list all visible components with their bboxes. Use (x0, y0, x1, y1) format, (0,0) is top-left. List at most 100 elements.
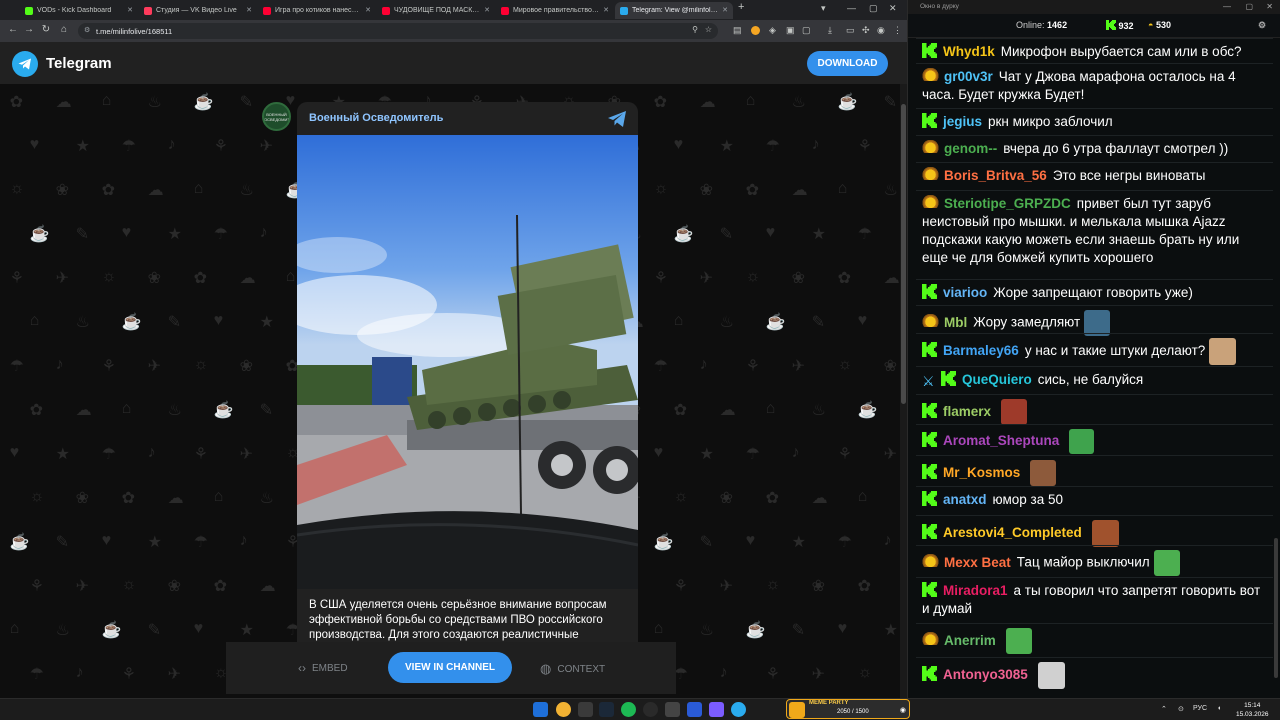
download-button[interactable]: DOWNLOAD (807, 51, 888, 76)
close-icon[interactable]: ✕ (889, 3, 897, 14)
chat-username[interactable]: Antonyo3085 (943, 667, 1028, 682)
close-icon[interactable]: ✕ (1266, 2, 1273, 11)
browser-tab[interactable]: Мировое правительство это ✕ (496, 2, 614, 19)
tab-close-icon[interactable]: ✕ (127, 6, 133, 14)
app-icon[interactable] (687, 702, 702, 717)
tab-close-icon[interactable]: ✕ (603, 6, 609, 14)
chat-username[interactable]: QueQuiero (962, 372, 1032, 387)
chat-username[interactable]: Boris_Britva_56 (944, 168, 1047, 183)
home-icon[interactable]: ⌂ (57, 24, 71, 35)
settings-icon[interactable]: ⚙ (1258, 20, 1266, 31)
post-photo[interactable] (297, 135, 638, 589)
extension-icon[interactable] (751, 26, 760, 35)
forward-icon[interactable]: → (22, 24, 36, 35)
extensions-puzzle-icon[interactable]: ✣ (862, 25, 870, 36)
page-scrollbar[interactable] (900, 84, 907, 698)
minimize-icon[interactable]: — (847, 3, 856, 13)
pattern-doodle-icon: ♪ (55, 356, 64, 373)
browser-tab[interactable]: Студия — VK Видео Live ✕ (139, 2, 257, 19)
meme-party-widget[interactable]: MEME PARTY 2050 / 1500 ◉ (786, 699, 910, 719)
scrollbar-thumb[interactable] (1274, 538, 1278, 678)
network-icon[interactable]: ⊙ (1178, 705, 1184, 713)
telegram-brand[interactable]: Telegram (46, 55, 112, 72)
share-telegram-icon[interactable] (607, 110, 627, 128)
volume-icon[interactable]: ◖ (1217, 705, 1221, 712)
extension-icon[interactable]: ▤ (733, 25, 742, 36)
chat-username[interactable]: Mbl (944, 315, 967, 330)
menu-icon[interactable]: ⋮ (893, 25, 902, 36)
chat-username[interactable]: Whyd1k (943, 44, 995, 59)
clock[interactable]: 15:14 15.03.2026 (1236, 701, 1269, 719)
pattern-doodle-icon: ❀ (147, 270, 162, 287)
zoom-icon[interactable]: ⚲ (692, 25, 698, 34)
maximize-icon[interactable]: ▢ (869, 3, 878, 14)
site-info-icon[interactable]: ⚙ (84, 26, 90, 34)
steam-icon[interactable] (599, 702, 614, 717)
reload-icon[interactable]: ↻ (39, 24, 53, 35)
chrome-icon[interactable] (556, 702, 571, 717)
tab-close-icon[interactable]: ✕ (484, 6, 490, 14)
chat-username[interactable]: viarioo (943, 285, 987, 300)
chat-username[interactable]: Anerrim (944, 633, 996, 648)
chat-scrollbar[interactable] (1274, 38, 1279, 688)
chat-username[interactable]: Steriotipe_GRPZDC (944, 196, 1071, 211)
telegram-icon[interactable] (731, 702, 746, 717)
embed-button[interactable]: ‹› EMBED (298, 661, 348, 675)
context-button[interactable]: ◍ CONTEXT (540, 661, 605, 677)
maximize-icon[interactable]: ▢ (1245, 2, 1253, 11)
browser-tab[interactable]: ЧУДОВИЩЕ ПОД МАСКОЙ Д ✕ (377, 2, 495, 19)
app-icon[interactable] (709, 702, 724, 717)
chat-username[interactable]: Mexx Beat (944, 555, 1011, 570)
chat-username[interactable]: jegius (943, 114, 982, 129)
chat-username[interactable]: anatxd (943, 492, 987, 507)
back-icon[interactable]: ← (6, 24, 20, 35)
extension-icon[interactable]: ▣ (786, 25, 795, 36)
start-icon[interactable] (533, 702, 548, 717)
channel-name[interactable]: Военный Осведомитель (309, 112, 443, 124)
app-icon[interactable] (665, 702, 680, 717)
pattern-doodle-icon: ♥ (673, 136, 684, 153)
pattern-doodle-icon: ☂ (745, 446, 760, 463)
pattern-doodle-icon: ✿ (745, 182, 760, 199)
browser-tab[interactable]: VODs - Kick Dashboard ✕ (20, 2, 138, 19)
tray-chevron-icon[interactable]: ⌃ (1161, 705, 1167, 713)
browser-tab[interactable]: Telegram: View @milinfolive ✕ (615, 2, 733, 19)
tab-close-icon[interactable]: ✕ (246, 6, 252, 14)
chat-message: Anerrim (916, 623, 1273, 657)
extension-icon[interactable]: ◈ (769, 25, 776, 36)
chat-username[interactable]: genom-- (944, 141, 997, 156)
bookmark-star-icon[interactable]: ☆ (705, 25, 712, 34)
chat-username[interactable]: Arestovi4_Completed (943, 525, 1082, 540)
meme-party-menu-icon[interactable]: ◉ (900, 706, 906, 714)
chat-username[interactable]: Aromat_Sheptuna (943, 433, 1059, 448)
address-bar[interactable]: ⚙ t.me/milinfolive/168511 ⚲ ☆ (78, 23, 718, 39)
spotify-icon[interactable] (621, 702, 636, 717)
tab-close-icon[interactable]: ✕ (365, 6, 371, 14)
view-in-channel-button[interactable]: VIEW IN CHANNEL (388, 652, 512, 683)
chat-username[interactable]: flamerx (943, 404, 991, 419)
browser-tab[interactable]: Игра про котиков нанесла м ✕ (258, 2, 376, 19)
chat-username[interactable]: gr00v3r (944, 69, 993, 84)
chat-username[interactable]: Barmaley66 (943, 343, 1019, 358)
scrollbar-thumb[interactable] (901, 104, 906, 404)
new-tab-button[interactable]: + (738, 1, 744, 13)
downloads-icon[interactable]: ⤓ (828, 25, 832, 36)
sidebar-icon[interactable]: ▭ (846, 25, 855, 36)
pattern-doodle-icon: ☼ (765, 576, 781, 593)
telegram-logo-icon[interactable] (12, 51, 38, 77)
obs-icon[interactable] (643, 702, 658, 717)
chat-username[interactable]: Miradora1 (943, 583, 1008, 598)
tab-search-icon[interactable]: ▾ (821, 3, 826, 14)
tab-close-icon[interactable]: ✕ (722, 6, 728, 14)
channel-avatar[interactable]: ВОЕННЫЙ ОСВЕДОМИТЕЛЬ (262, 102, 291, 131)
pattern-doodle-icon: ☁ (719, 402, 736, 419)
pattern-doodle-icon: ⌂ (653, 620, 664, 637)
chat-username[interactable]: Mr_Kosmos (943, 465, 1020, 480)
explorer-icon[interactable] (578, 702, 593, 717)
profile-icon[interactable]: ◉ (877, 25, 885, 36)
lang-indicator[interactable]: РУС (1193, 705, 1207, 712)
extension-icon[interactable]: ▢ (802, 25, 811, 36)
minimize-icon[interactable]: — (1223, 2, 1231, 11)
pattern-doodle-icon: ⌂ (673, 312, 684, 329)
online-counter: Online: 1462 (1016, 20, 1067, 30)
